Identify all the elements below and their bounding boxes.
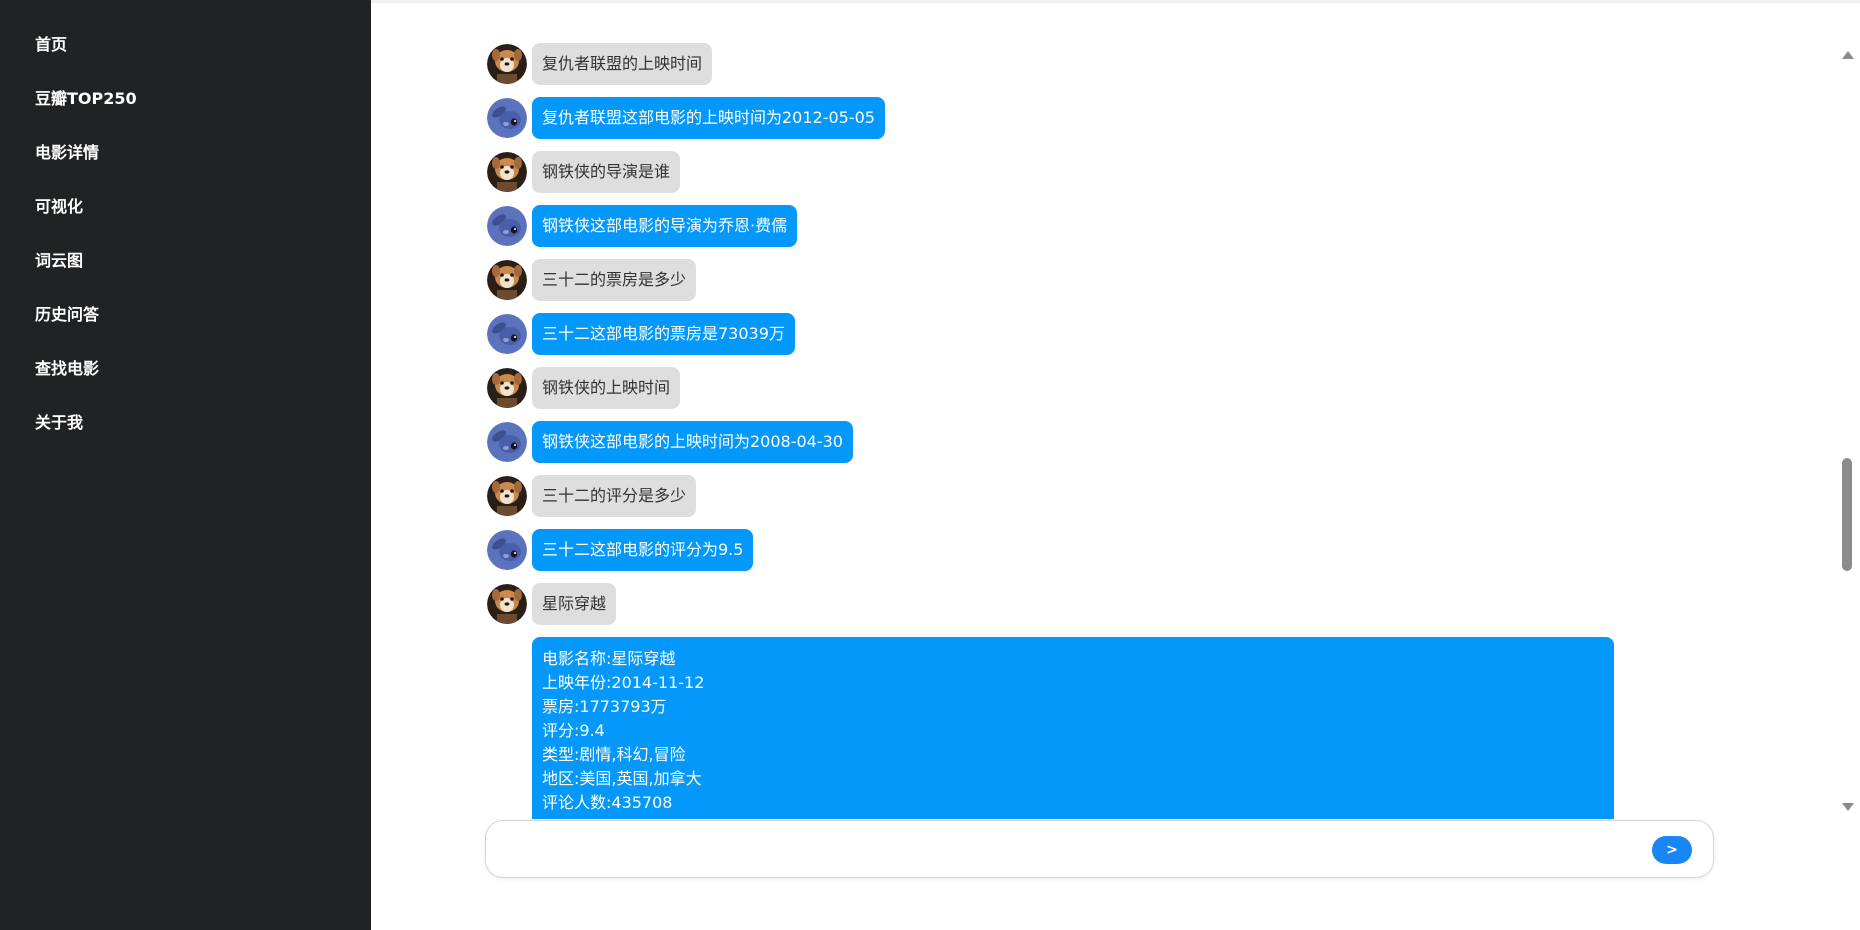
movie-detail-line: 电影名称:星际穿越 — [542, 649, 676, 668]
sidebar-item-douban-top250[interactable]: 豆瓣TOP250 — [0, 84, 371, 138]
user-message-bubble: 星际穿越 — [532, 583, 617, 625]
chat-scrollbar[interactable] — [1839, 41, 1856, 819]
bot-message-bubble: 三十二这部电影的票房是73039万 — [532, 313, 795, 355]
movie-detail-line: 上映年份:2014-11-12 — [542, 673, 705, 692]
user-message: 星际穿越 — [487, 583, 1787, 637]
bot-message: 钢铁侠这部电影的导演为乔恩·费儒 — [487, 205, 1787, 259]
bot-message-bubble: 钢铁侠这部电影的导演为乔恩·费儒 — [532, 205, 798, 247]
user-message: 复仇者联盟的上映时间 — [487, 43, 1787, 97]
bot-message: 三十二这部电影的评分为9.5 — [487, 529, 1787, 583]
dog-avatar-icon — [487, 44, 527, 84]
main-panel: 复仇者联盟的上映时间复仇者联盟这部电影的上映时间为2012-05-05 钢铁侠的导… — [371, 0, 1860, 930]
bot-message: 三十二这部电影的票房是73039万 — [487, 313, 1787, 367]
scroll-up-arrow-icon[interactable] — [1842, 51, 1854, 59]
movie-detail-line: 票房:1773793万 — [542, 697, 667, 716]
user-message-bubble: 钢铁侠的导演是谁 — [532, 151, 681, 193]
movie-detail-line: 评论人数:435708 — [542, 793, 673, 812]
user-message-bubble: 三十二的评分是多少 — [532, 475, 697, 517]
send-button[interactable]: > — [1652, 836, 1692, 864]
stitch-avatar-icon — [487, 422, 527, 462]
dog-avatar-icon — [487, 584, 527, 624]
sidebar-item-about-me[interactable]: 关于我 — [0, 408, 371, 462]
sidebar-item-movie-details[interactable]: 电影详情 — [0, 138, 371, 192]
movie-detail-line: 评分:9.4 — [542, 721, 605, 740]
movie-detail-line: 类型:剧情,科幻,冒险 — [542, 745, 686, 764]
sidebar-item-home[interactable]: 首页 — [0, 30, 371, 84]
sidebar-item-word-cloud[interactable]: 词云图 — [0, 246, 371, 300]
sidebar-item-visualization[interactable]: 可视化 — [0, 192, 371, 246]
chat-input-bar: > — [485, 820, 1714, 878]
user-message-bubble: 钢铁侠的上映时间 — [532, 367, 681, 409]
scroll-down-arrow-icon[interactable] — [1842, 803, 1854, 811]
user-message-bubble: 复仇者联盟的上映时间 — [532, 43, 713, 85]
stitch-avatar-icon — [487, 98, 527, 138]
bot-message-bubble: 三十二这部电影的评分为9.5 — [532, 529, 754, 571]
movie-detail-bubble: 电影名称:星际穿越上映年份:2014-11-12 票房:1773793万 评分:9.… — [532, 637, 1614, 819]
dog-avatar-icon — [487, 260, 527, 300]
chat-history[interactable]: 复仇者联盟的上映时间复仇者联盟这部电影的上映时间为2012-05-05 钢铁侠的导… — [371, 3, 1856, 819]
bot-message: 复仇者联盟这部电影的上映时间为2012-05-05 — [487, 97, 1787, 151]
user-message: 钢铁侠的上映时间 — [487, 367, 1787, 421]
bot-message-bubble: 钢铁侠这部电影的上映时间为2008-04-30 — [532, 421, 853, 463]
sidebar: 首页 豆瓣TOP250 电影详情 可视化 词云图 历史问答 查找电影 关于我 — [0, 0, 371, 930]
stitch-avatar-icon — [487, 314, 527, 354]
bot-message-bubble: 复仇者联盟这部电影的上映时间为2012-05-05 — [532, 97, 885, 139]
user-message: 三十二的票房是多少 — [487, 259, 1787, 313]
user-message: 钢铁侠的导演是谁 — [487, 151, 1787, 205]
bot-message: 电影名称:星际穿越上映年份:2014-11-12 票房:1773793万 评分:9.… — [487, 637, 1787, 819]
sidebar-item-history-qa[interactable]: 历史问答 — [0, 300, 371, 354]
user-message-bubble: 三十二的票房是多少 — [532, 259, 697, 301]
sidebar-item-search-movie[interactable]: 查找电影 — [0, 354, 371, 408]
message-list: 复仇者联盟的上映时间复仇者联盟这部电影的上映时间为2012-05-05 钢铁侠的导… — [487, 43, 1787, 819]
scrollbar-thumb[interactable] — [1842, 458, 1852, 571]
sidebar-nav: 首页 豆瓣TOP250 电影详情 可视化 词云图 历史问答 查找电影 关于我 — [0, 0, 371, 462]
user-message: 三十二的评分是多少 — [487, 475, 1787, 529]
dog-avatar-icon — [487, 368, 527, 408]
chat-input[interactable] — [504, 831, 1634, 867]
bot-message: 钢铁侠这部电影的上映时间为2008-04-30 — [487, 421, 1787, 475]
dog-avatar-icon — [487, 152, 527, 192]
dog-avatar-icon — [487, 476, 527, 516]
stitch-avatar-icon — [487, 206, 527, 246]
stitch-avatar-icon — [487, 530, 527, 570]
movie-detail-line: 地区:美国,英国,加拿大 — [542, 769, 702, 788]
